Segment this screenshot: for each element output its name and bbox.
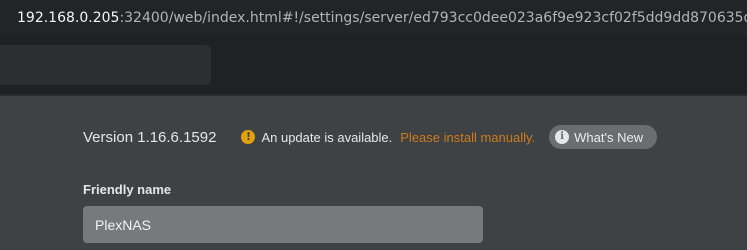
- browser-address-bar[interactable]: 192.168.0.205:32400/web/index.html#!/set…: [0, 0, 747, 36]
- install-manually-link[interactable]: Please install manually.: [400, 130, 535, 145]
- version-row: Version 1.16.6.1592 ! An update is avail…: [83, 124, 658, 150]
- search-field[interactable]: [0, 45, 211, 85]
- whats-new-button[interactable]: i What's New: [549, 125, 658, 149]
- friendly-name-input[interactable]: [83, 206, 483, 243]
- server-version: Version 1.16.6.1592: [83, 128, 217, 146]
- info-icon: i: [555, 130, 570, 144]
- whats-new-label: What's New: [574, 129, 644, 145]
- url-path: :32400/web/index.html#!/settings/server/…: [119, 10, 747, 26]
- update-available-text: An update is available.: [261, 129, 393, 145]
- url-host: 192.168.0.205: [17, 10, 120, 26]
- app-toolbar: [0, 36, 747, 94]
- warning-icon: !: [241, 130, 256, 144]
- friendly-name-label: Friendly name: [83, 182, 172, 197]
- url-text[interactable]: 192.168.0.205:32400/web/index.html#!/set…: [17, 9, 747, 27]
- settings-content: Version 1.16.6.1592 ! An update is avail…: [0, 96, 747, 250]
